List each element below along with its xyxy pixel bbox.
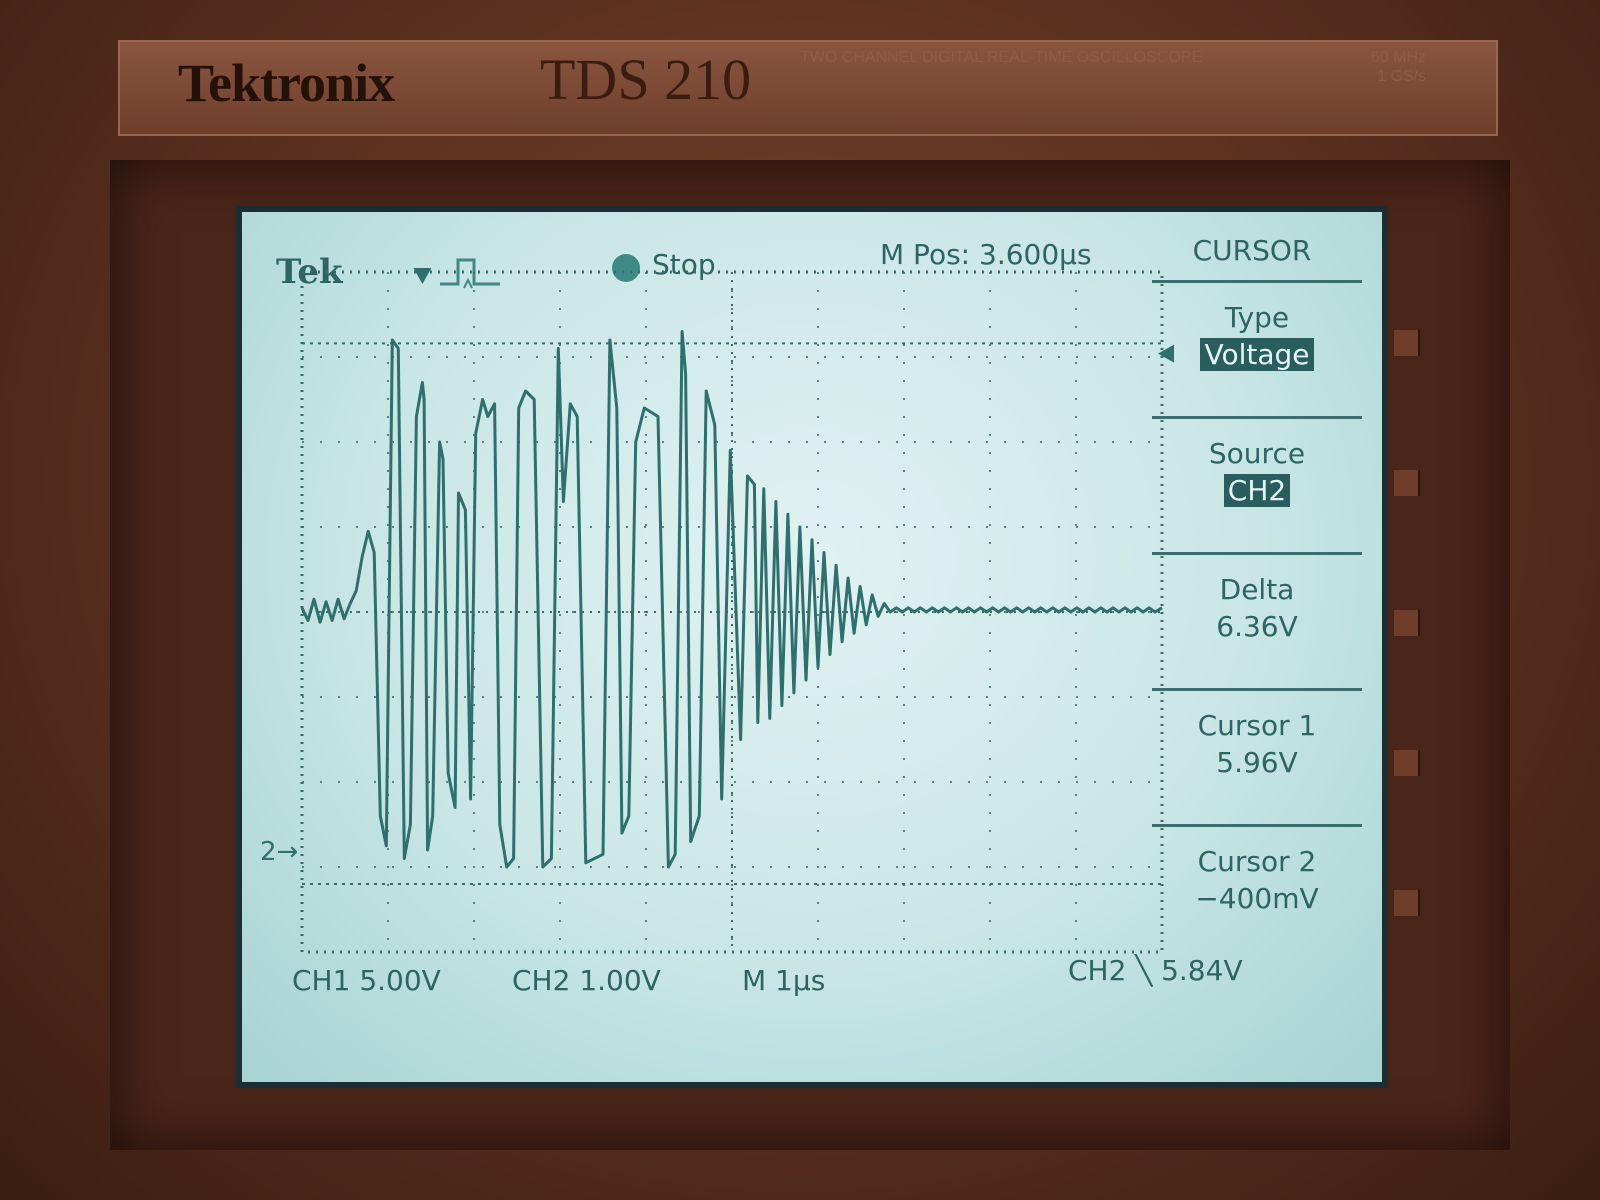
waveform-plot: 2→	[260, 268, 1174, 954]
menu-item-value: 5.96V	[1216, 746, 1298, 779]
trigger-slope-icon: ╲	[1135, 954, 1153, 987]
menu-item-value: 6.36V	[1216, 610, 1298, 643]
model-name: TDS 210	[540, 47, 752, 112]
brand-panel: Tektronix TDS 210 TWO CHANNEL DIGITAL RE…	[118, 40, 1498, 136]
menu-button-4[interactable]	[1394, 750, 1420, 776]
ch2-scale-readout: CH2 1.00V	[512, 964, 661, 997]
timebase-readout: M 1µs	[742, 964, 826, 997]
trigger-source: CH2	[1068, 954, 1127, 987]
menu-item-label: Source	[1208, 437, 1306, 470]
brand-logo: Tektronix	[178, 53, 395, 113]
ch2-ground-marker: 2→	[260, 837, 298, 867]
ch1-scale-readout: CH1 5.00V	[292, 964, 441, 997]
menu-item-cursor-2[interactable]: Cursor 2 −400mV	[1152, 824, 1362, 954]
menu-item-cursor-1[interactable]: Cursor 1 5.96V	[1152, 688, 1362, 818]
menu-item-delta[interactable]: Delta 6.36V	[1152, 552, 1362, 682]
m-pos-readout: M Pos: 3.600µs	[880, 238, 1092, 271]
menu-item-label: Delta	[1219, 573, 1295, 606]
menu-item-type[interactable]: Type Voltage	[1152, 280, 1362, 410]
cursor-menu: CURSOR Type Voltage Source CH2 Delta 6.3…	[1152, 224, 1382, 954]
menu-button-5[interactable]	[1394, 890, 1420, 916]
menu-button-1[interactable]	[1394, 330, 1420, 356]
menu-item-source[interactable]: Source CH2	[1152, 416, 1362, 546]
menu-item-value: Voltage	[1200, 338, 1314, 371]
menu-item-label: Cursor 1	[1197, 709, 1317, 742]
menu-item-value: −400mV	[1195, 882, 1319, 915]
spec-sample-rate: 1 GS/s	[1377, 68, 1426, 85]
model-description: TWO CHANNEL DIGITAL REAL-TIME OSCILLOSCO…	[800, 49, 1203, 66]
trigger-position-marker-icon	[413, 268, 432, 284]
menu-item-label: Type	[1224, 301, 1290, 334]
menu-item-value: CH2	[1223, 474, 1291, 507]
menu-button-3[interactable]	[1394, 610, 1420, 636]
trigger-readout: CH2 ╲ 5.84V	[1068, 954, 1243, 987]
spec-label: 60 MHz 1 GS/s	[1326, 48, 1426, 86]
menu-item-label: Cursor 2	[1197, 845, 1317, 878]
trigger-level: 5.84V	[1161, 954, 1243, 987]
spec-bandwidth: 60 MHz	[1370, 49, 1426, 66]
menu-title: CURSOR	[1192, 234, 1312, 267]
scope-screen: Tek Stop M Pos: 3.600µs 2→ CURSOR Type V…	[236, 206, 1388, 1088]
ch2-waveform-trace	[300, 330, 1163, 869]
menu-button-2[interactable]	[1394, 470, 1420, 496]
